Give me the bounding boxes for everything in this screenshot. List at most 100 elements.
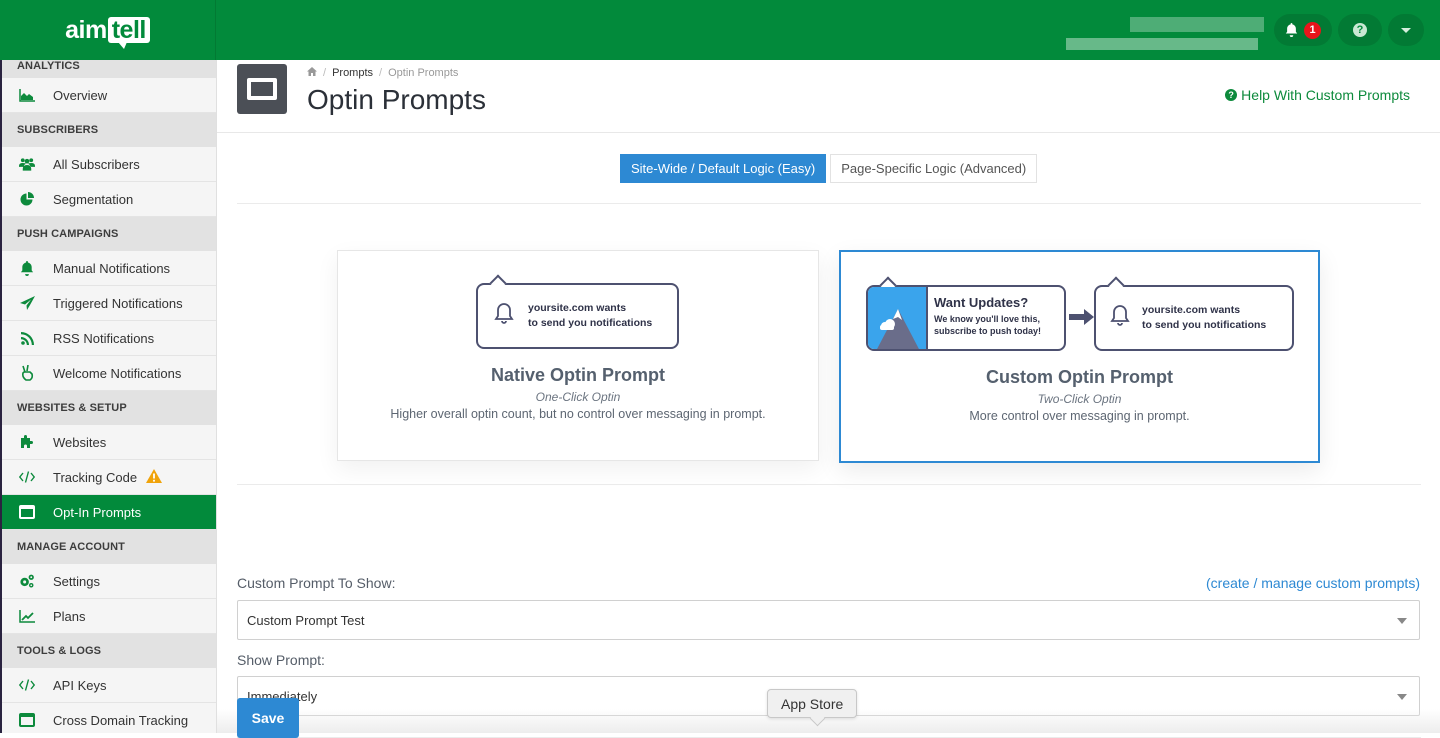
custom-optin-card[interactable]: Want Updates? We know you'll love this, … [839,250,1320,463]
help-button[interactable]: ? [1338,14,1382,46]
puzzle-icon [19,434,35,450]
sidebar-item-all-subscribers[interactable]: All Subscribers [0,147,216,182]
sidebar-item-label: Triggered Notifications [53,295,183,311]
bell-outline-icon [1110,304,1130,333]
line-chart-icon [19,608,35,624]
custom-card-title: Custom Optin Prompt [986,367,1173,387]
sidebar-item-label: Opt-In Prompts [53,504,142,520]
sidebar-item-label: Manual Notifications [53,260,171,276]
sidebar-item-label: Tracking Code [53,469,138,485]
sidebar-item-websites[interactable]: Websites [0,425,216,460]
save-button[interactable]: Save [237,698,299,738]
help-with-custom-prompts-link[interactable]: ? Help With Custom Prompts [1225,87,1410,103]
window-icon [19,504,35,520]
redacted-account-name [1130,17,1264,32]
breadcrumb: / Prompts / Optin Prompts [307,67,458,79]
notifications-button[interactable]: 1 [1274,14,1332,46]
page-title: Optin Prompts [307,84,486,115]
custom-prompt-select[interactable]: Custom Prompt Test [237,600,1420,640]
breadcrumb-prompts[interactable]: Prompts [332,67,373,79]
top-navbar: aim tell 1 ? [0,0,1440,60]
custom-card-description: More control over messaging in prompt. [969,409,1190,423]
caret-down-icon [1401,27,1411,33]
sidebar-item-welcome-notifications[interactable]: Welcome Notifications [0,356,216,391]
sidebar-item-label: Websites [53,434,107,450]
sidebar-item-label: All Subscribers [53,156,140,172]
sidebar-item-label: API Keys [53,677,107,693]
paper-plane-icon [19,295,35,311]
sidebar-item-settings[interactable]: Settings [0,564,216,599]
code-icon [19,677,35,693]
gears-icon [19,573,35,589]
sidebar-item-overview[interactable]: Overview [0,78,216,113]
redacted-site-url [1066,38,1258,50]
native-optin-card[interactable]: yoursite.com wants to send you notificat… [337,250,819,461]
area-chart-icon [19,87,35,103]
sidebar-item-cross-domain-tracking[interactable]: Cross Domain Tracking [0,703,216,733]
app-store-tooltip: App Store [767,689,858,718]
mountain-icon [868,287,928,349]
pie-chart-icon [19,191,35,207]
native-prompt-preview-step2: yoursite.com wants to send you notificat… [1094,285,1294,351]
custom-prompt-label: Custom Prompt To Show: [237,575,396,591]
sidebar-item-label: Cross Domain Tracking [53,712,189,728]
sidebar-section-websites-setup: WEBSITES & SETUP [0,391,216,425]
native-prompt-preview: yoursite.com wants to send you notificat… [476,283,679,349]
logo-text-aim: aim [65,15,107,44]
bell-icon [19,260,35,276]
sidebar-item-opt-in-prompts[interactable]: Opt-In Prompts [0,495,216,530]
sidebar-item-label: Overview [53,87,108,103]
sidebar-item-rss-notifications[interactable]: RSS Notifications [0,321,216,356]
question-circle-icon: ? [1353,23,1367,37]
chevron-down-icon [1397,694,1407,700]
logo-text-tell: tell [107,17,150,49]
page-header: / Prompts / Optin Prompts Optin Prompts … [217,60,1440,133]
sidebar-item-label: Plans [53,608,86,624]
question-circle-icon: ? [1225,89,1238,101]
divider [237,203,1421,204]
main-content: / Prompts / Optin Prompts Optin Prompts … [217,60,1440,738]
sidebar-item-segmentation[interactable]: Segmentation [0,182,216,217]
code-icon [19,469,35,485]
tab-site-wide-logic[interactable]: Site-Wide / Default Logic (Easy) [620,154,827,183]
tab-page-specific-logic[interactable]: Page-Specific Logic (Advanced) [830,154,1038,183]
sidebar-item-label: Welcome Notifications [53,365,182,381]
native-card-description: Higher overall optin count, but no contr… [390,407,766,421]
window-icon [19,712,35,728]
sidebar-item-label: RSS Notifications [53,330,155,346]
logo[interactable]: aim tell [0,0,216,60]
breadcrumb-current: Optin Prompts [388,67,459,79]
custom-card-subtitle: Two-Click Optin [1037,392,1122,406]
sidebar-item-plans[interactable]: Plans [0,599,216,634]
account-dropdown-button[interactable] [1388,14,1424,46]
show-prompt-label: Show Prompt: [237,652,325,668]
notification-count-badge: 1 [1304,21,1321,39]
home-icon[interactable] [307,67,317,79]
sidebar-section-analytics: ANALYTICS [0,60,216,78]
logic-toggle: Site-Wide / Default Logic (Easy) Page-Sp… [620,154,1038,183]
divider [237,484,1421,485]
optin-prompt-page-icon [237,64,287,114]
native-card-subtitle: One-Click Optin [535,390,621,404]
sidebar-item-label: Segmentation [53,191,134,207]
users-icon [19,156,35,172]
sidebar-item-tracking-code[interactable]: Tracking Code [0,460,216,495]
sidebar-section-subscribers: SUBSCRIBERS [0,113,216,147]
create-manage-custom-prompts-link[interactable]: (create / manage custom prompts) [1206,575,1420,591]
warning-icon [146,468,163,486]
prompt-settings-panel: Site-Wide / Default Logic (Easy) Page-Sp… [217,134,1440,738]
bell-outline-icon [494,302,514,331]
sidebar-item-triggered-notifications[interactable]: Triggered Notifications [0,286,216,321]
sidebar-section-tools-logs: TOOLS & LOGS [0,634,216,668]
rss-icon [19,330,35,346]
sidebar-item-manual-notifications[interactable]: Manual Notifications [0,251,216,286]
sidebar-section-push-campaigns: PUSH CAMPAIGNS [0,217,216,251]
sidebar: ANALYTICS Overview SUBSCRIBERS All Subsc… [0,60,217,733]
hand-peace-icon [19,365,35,381]
sidebar-item-label: Settings [53,573,100,589]
sidebar-item-api-keys[interactable]: API Keys [0,668,216,703]
native-card-title: Native Optin Prompt [490,365,665,385]
chevron-down-icon [1397,618,1407,624]
arrow-right-icon [1069,309,1094,325]
sidebar-section-manage-account: MANAGE ACCOUNT [0,530,216,564]
